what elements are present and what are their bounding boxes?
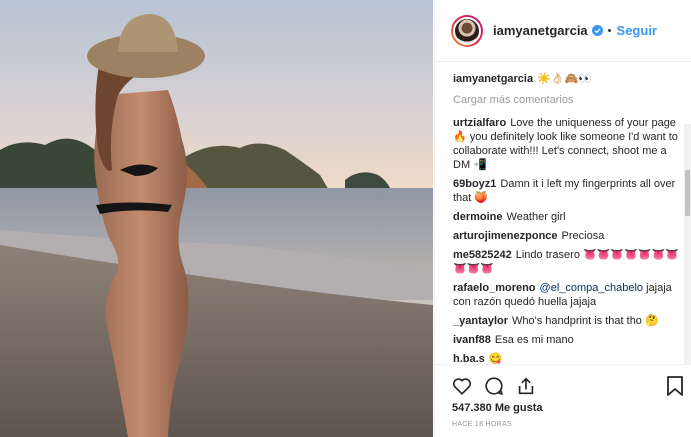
comments-scrollbar[interactable] <box>684 124 691 364</box>
comment-item: h.ba.s 😋 <box>453 352 681 364</box>
comment-text: Preciosa <box>561 230 605 242</box>
likes-count[interactable]: 547.380 Me gusta <box>452 402 543 414</box>
comment-username[interactable]: 69boyz1 <box>453 178 496 190</box>
post-timestamp: HACE 18 HORAS <box>452 421 512 428</box>
follow-button[interactable]: Seguir <box>617 23 657 38</box>
header-username[interactable]: iamyanetgarcia <box>493 23 588 38</box>
comment-icon[interactable] <box>483 375 505 397</box>
comment-item: arturojimenezponce Preciosa <box>453 229 681 243</box>
caption-username[interactable]: iamyanetgarcia <box>453 73 533 85</box>
comment-username[interactable]: h.ba.s <box>453 353 485 364</box>
avatar[interactable] <box>451 14 483 47</box>
verified-badge-icon <box>591 25 603 36</box>
caption: iamyanetgarcia ☀️👌🏻🙈👀 <box>453 72 681 86</box>
comment-text: Weather girl <box>506 211 566 223</box>
comment-username[interactable]: rafaelo_moreno <box>453 282 536 294</box>
comment-text: 😋 <box>488 353 503 364</box>
bookmark-icon[interactable] <box>665 375 685 397</box>
comment-mention-link[interactable]: @el_compa_chabelo <box>540 282 644 294</box>
comment-item: _yantaylor Who's handprint is that tho 🤔 <box>453 314 681 328</box>
comment-item: me5825242 Lindo trasero 👅👅👅👅👅👅👅👅👅👅 <box>453 248 681 276</box>
comment-username[interactable]: dermoine <box>453 211 503 223</box>
separator-dot: • <box>607 24 612 37</box>
comment-text: Esa es mi mano <box>494 334 574 346</box>
comment-username[interactable]: arturojimenezponce <box>453 230 558 242</box>
comment-username[interactable]: _yantaylor <box>453 315 508 327</box>
scrollbar-thumb[interactable] <box>685 170 690 216</box>
comments-list[interactable]: iamyanetgarcia ☀️👌🏻🙈👀 Cargar más comentar… <box>453 72 681 364</box>
post-photo[interactable] <box>0 0 433 437</box>
comment-item: ivanf88 Esa es mi mano <box>453 333 681 347</box>
caption-text: ☀️👌🏻🙈👀 <box>537 73 592 85</box>
comment-item: rafaelo_moreno @el_compa_chabelo jajaja c… <box>453 281 681 309</box>
load-more-comments-button[interactable]: Cargar más comentarios <box>453 93 681 107</box>
comment-item: dermoine Weather girl <box>453 210 681 224</box>
comment-username[interactable]: ivanf88 <box>453 334 491 346</box>
beach-photo-image <box>0 0 433 437</box>
comment-item: urtzialfaro Love the uniqueness of your p… <box>453 116 681 172</box>
action-bar <box>435 364 691 396</box>
comment-username[interactable]: urtzialfaro <box>453 117 506 129</box>
share-icon[interactable] <box>515 375 537 397</box>
comment-item: 69boyz1 Damn it i left my fingerprints al… <box>453 177 681 205</box>
heart-icon[interactable] <box>451 375 473 397</box>
post-side-panel: iamyanetgarcia • Seguir iamyanetgarcia ☀️… <box>434 0 691 437</box>
comment-username[interactable]: me5825242 <box>453 249 512 261</box>
comment-text: Who's handprint is that tho 🤔 <box>512 315 659 327</box>
post-header: iamyanetgarcia • Seguir <box>435 0 691 62</box>
